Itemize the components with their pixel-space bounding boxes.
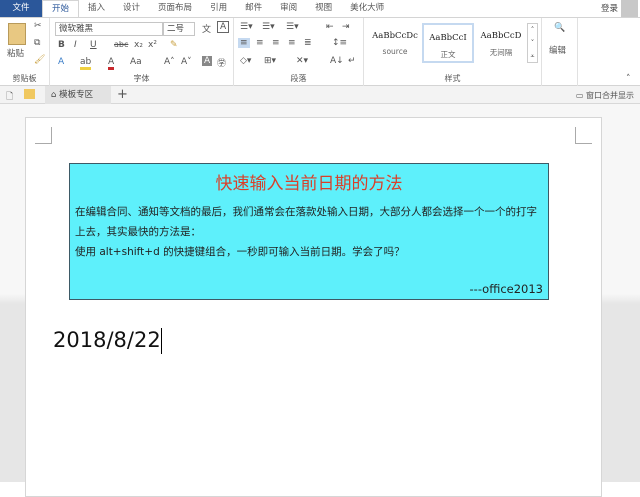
- phonetic-icon[interactable]: 文: [202, 22, 211, 35]
- shading-icon[interactable]: ◇▾: [240, 56, 251, 66]
- superscript-icon[interactable]: x²: [148, 40, 157, 50]
- style-name: 正文: [440, 50, 456, 59]
- text-effect-icon[interactable]: A: [58, 57, 64, 67]
- paragraph-group: ☰▾ ☰▾ ☰▾ ⇤ ⇥ ≡ ≡ ≡ ≡ ≣ ↕≡ ◇▾ ⊞▾ ✕▾ A↓ ↵ …: [234, 18, 364, 86]
- new-doc-icon[interactable]: 🗋: [6, 89, 13, 105]
- paste-button[interactable]: 粘贴: [7, 47, 24, 59]
- document-page[interactable]: 快速输入当前日期的方法 在编辑合同、通知等文档的最后，我们通常会在落款处输入日期…: [25, 117, 602, 497]
- style-preview: AaBbCcDc: [372, 31, 418, 41]
- subscript-icon[interactable]: x₂: [134, 40, 143, 50]
- style-no-spacing[interactable]: AaBbCcD 无间隔: [475, 23, 527, 63]
- clipboard-group: 粘贴 ✂ ⧉ 🖌 剪贴板: [0, 18, 50, 86]
- date-value: 2018/8/22: [53, 328, 161, 352]
- merge-windows-label: 窗口合并显示: [586, 91, 634, 100]
- clipboard-label: 剪贴板: [12, 74, 37, 83]
- box-signature: ---office2013: [469, 282, 543, 296]
- doc-tab-label: 模板专区: [59, 90, 94, 100]
- tab-home[interactable]: 开始: [42, 0, 80, 17]
- cut-icon[interactable]: ✂: [34, 21, 42, 31]
- text-box[interactable]: 快速输入当前日期的方法 在编辑合同、通知等文档的最后，我们通常会在落款处输入日期…: [69, 163, 549, 300]
- justify-icon[interactable]: ≡: [288, 38, 296, 48]
- font-size-select[interactable]: 二号: [163, 22, 195, 36]
- tab-design[interactable]: 设计: [114, 0, 149, 17]
- document-canvas: 快速输入当前日期的方法 在编辑合同、通知等文档的最后，我们通常会在落款处输入日期…: [0, 104, 640, 497]
- font-name-select[interactable]: 微软雅黑: [55, 22, 163, 36]
- strikethrough-icon[interactable]: abc: [114, 40, 128, 49]
- distributed-icon[interactable]: ≣: [304, 38, 312, 48]
- decrease-indent-icon[interactable]: ⇤: [326, 22, 334, 32]
- collapse-ribbon-icon[interactable]: ˄: [626, 74, 631, 84]
- shrink-font-icon[interactable]: A˅: [181, 57, 192, 67]
- tab-review[interactable]: 审阅: [271, 0, 306, 17]
- doc-tab-template[interactable]: ⌂ 模板专区: [45, 86, 111, 104]
- format-painter-icon[interactable]: 🖌: [34, 55, 45, 65]
- enclose-char-icon[interactable]: ㊫: [217, 56, 226, 69]
- highlight-icon[interactable]: ab: [80, 57, 92, 70]
- font-group: 微软雅黑 二号 文 A B I U abc x₂ x² ✎ A ab A Aa …: [50, 18, 234, 86]
- style-source[interactable]: AaBbCcDc source: [369, 23, 421, 63]
- paste-icon[interactable]: [8, 23, 26, 45]
- clear-format-icon[interactable]: ✎: [170, 40, 178, 50]
- folder-icon[interactable]: [24, 89, 35, 99]
- bold-icon[interactable]: B: [58, 40, 65, 50]
- tab-layout[interactable]: 页面布局: [149, 0, 201, 17]
- editing-group: 🔍 编辑: [542, 18, 578, 86]
- paragraph-label: 段落: [290, 74, 307, 83]
- char-border-icon[interactable]: A: [217, 21, 230, 33]
- font-color-icon[interactable]: A: [108, 57, 115, 70]
- style-preview: AaBbCcD: [480, 31, 522, 41]
- font-label: 字体: [133, 74, 150, 83]
- tab-insert[interactable]: 插入: [79, 0, 114, 17]
- grow-font-icon[interactable]: A˄: [164, 57, 175, 67]
- ribbon: 粘贴 ✂ ⧉ 🖌 剪贴板 微软雅黑 二号 文 A B I U abc x₂ x²…: [0, 17, 640, 86]
- add-tab-button[interactable]: +: [117, 87, 128, 102]
- styles-scroll[interactable]: ˄ ˅ ⩡: [527, 23, 538, 63]
- change-case-icon[interactable]: Aa: [130, 57, 142, 67]
- document-tab-bar: 🗋 ⌂ 模板专区 + ▭ 窗口合并显示: [0, 86, 640, 104]
- align-left-icon[interactable]: ≡: [238, 38, 250, 48]
- text-cursor: [160, 328, 162, 354]
- box-paragraph-1: 在编辑合同、通知等文档的最后，我们通常会在落款处输入日期，大部分人都会选择一个一…: [75, 206, 537, 238]
- style-normal[interactable]: AaBbCcI 正文: [422, 23, 474, 63]
- underline-icon[interactable]: U: [90, 40, 97, 50]
- margin-mark-right: [575, 127, 592, 144]
- copy-icon[interactable]: ⧉: [34, 38, 40, 48]
- numbering-icon[interactable]: ☰▾: [262, 22, 275, 32]
- style-name: source: [382, 47, 408, 56]
- tab-file[interactable]: 文件: [0, 0, 42, 17]
- window-icon: ▭: [575, 91, 586, 100]
- line-spacing-icon[interactable]: ↕≡: [332, 38, 347, 48]
- editing-button[interactable]: 编辑: [549, 44, 566, 56]
- avatar[interactable]: [621, 0, 638, 17]
- styles-group: AaBbCcDc source AaBbCcI 正文 AaBbCcD 无间隔 ˄ ˅ ⩡ …: [364, 18, 542, 86]
- asian-layout-icon[interactable]: ✕▾: [296, 56, 308, 66]
- multilevel-list-icon[interactable]: ☰▾: [286, 22, 299, 32]
- login-link[interactable]: 登录: [601, 2, 618, 14]
- style-name: 无间隔: [489, 48, 513, 57]
- styles-label: 样式: [444, 74, 461, 83]
- home-icon: ⌂: [51, 90, 60, 100]
- increase-indent-icon[interactable]: ⇥: [342, 22, 350, 32]
- bullets-icon[interactable]: ☰▾: [240, 22, 253, 32]
- sort-icon[interactable]: A↓: [330, 56, 344, 66]
- ribbon-tab-bar: 文件 开始 插入 设计 页面布局 引用 邮件 审阅 视图 美化大师 登录: [0, 0, 640, 17]
- box-paragraph-2: 使用 alt+shift+d 的快捷键组合，一秒即可输入当前日期。学会了吗？: [75, 246, 405, 258]
- merge-windows-button[interactable]: ▭ 窗口合并显示: [576, 90, 634, 101]
- style-preview: AaBbCcI: [429, 33, 467, 43]
- find-icon[interactable]: 🔍: [554, 23, 565, 33]
- align-right-icon[interactable]: ≡: [272, 38, 280, 48]
- tab-references[interactable]: 引用: [201, 0, 236, 17]
- date-text: 2018/8/22: [53, 328, 162, 354]
- margin-mark-left: [35, 127, 52, 144]
- borders-icon[interactable]: ⊞▾: [264, 56, 276, 66]
- show-marks-icon[interactable]: ↵: [348, 56, 356, 66]
- char-shading-icon[interactable]: A: [202, 56, 213, 66]
- tab-mailings[interactable]: 邮件: [236, 0, 271, 17]
- tab-beautify[interactable]: 美化大师: [341, 0, 393, 17]
- tab-view[interactable]: 视图: [306, 0, 341, 17]
- box-title: 快速输入当前日期的方法: [215, 174, 403, 194]
- align-center-icon[interactable]: ≡: [256, 38, 264, 48]
- italic-icon[interactable]: I: [74, 40, 77, 50]
